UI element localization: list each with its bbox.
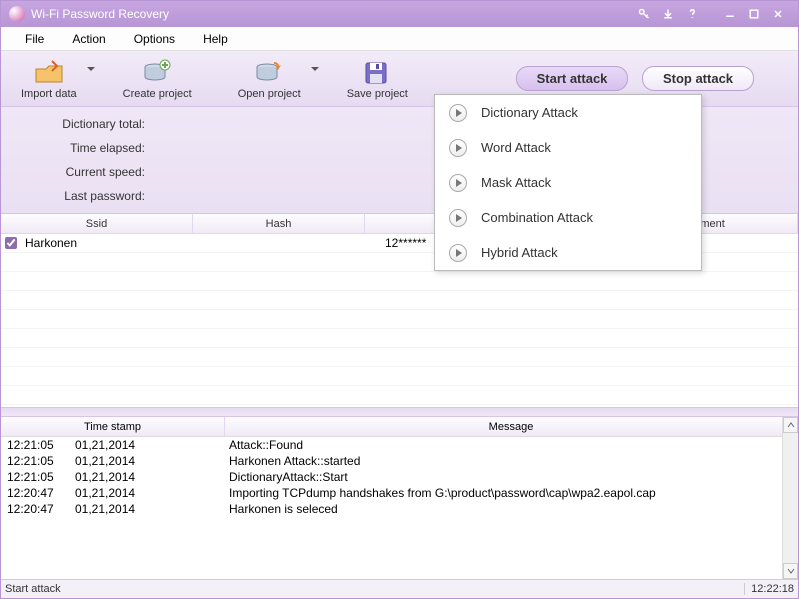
close-icon[interactable]: [768, 6, 788, 22]
table-row[interactable]: [1, 329, 798, 348]
attack-menu-label: Dictionary Attack: [481, 105, 578, 120]
cell-time: 12:21:05: [1, 470, 71, 484]
table-row[interactable]: [1, 386, 798, 405]
table-row[interactable]: [1, 310, 798, 329]
cell-date: 01,21,2014: [71, 486, 225, 500]
table-row[interactable]: [1, 348, 798, 367]
open-project-button[interactable]: Open project: [232, 55, 307, 102]
cell-date: 01,21,2014: [71, 470, 225, 484]
chevron-down-icon[interactable]: [311, 67, 319, 71]
titlebar: Wi-Fi Password Recovery: [1, 1, 798, 27]
log-scrollbar[interactable]: [782, 417, 798, 579]
download-icon[interactable]: [658, 6, 678, 22]
cell-date: 01,21,2014: [71, 438, 225, 452]
cell-message: Importing TCPdump handshakes from G:\pro…: [225, 486, 798, 500]
col-message[interactable]: Message: [225, 417, 798, 436]
menu-action[interactable]: Action: [58, 29, 119, 49]
stop-attack-button[interactable]: Stop attack: [642, 66, 754, 91]
cell-time: 12:21:05: [1, 438, 71, 452]
menu-options[interactable]: Options: [120, 29, 189, 49]
log-row[interactable]: 12:20:4701,21,2014Harkonen is seleced: [1, 501, 798, 517]
attack-menu-label: Mask Attack: [481, 175, 551, 190]
save-project-button[interactable]: Save project: [341, 55, 414, 102]
play-icon: [449, 174, 467, 192]
floppy-save-icon: [362, 57, 392, 87]
table-row[interactable]: [1, 291, 798, 310]
attack-type-menu: Dictionary Attack Word Attack Mask Attack C…: [434, 94, 702, 271]
scroll-up-icon[interactable]: [783, 417, 798, 433]
play-icon: [449, 244, 467, 262]
cell-date: 01,21,2014: [71, 454, 225, 468]
attack-menu-item[interactable]: Dictionary Attack: [435, 95, 701, 130]
help-icon[interactable]: [682, 6, 702, 22]
import-data-button[interactable]: Import data: [15, 55, 83, 102]
dictionary-total-label: Dictionary total:: [29, 117, 149, 131]
minimize-icon[interactable]: [720, 6, 740, 22]
cell-ssid: Harkonen: [21, 236, 193, 250]
cell-time: 12:20:47: [1, 486, 71, 500]
cell-time: 12:20:47: [1, 502, 71, 516]
attack-menu-label: Word Attack: [481, 140, 551, 155]
log-row[interactable]: 12:21:0501,21,2014DictionaryAttack::Star…: [1, 469, 798, 485]
scroll-down-icon[interactable]: [783, 563, 798, 579]
maximize-icon[interactable]: [744, 6, 764, 22]
cell-date: 01,21,2014: [71, 502, 225, 516]
play-icon: [449, 104, 467, 122]
log-table-header: Time stamp Message: [1, 417, 798, 437]
folder-import-icon: [34, 57, 64, 87]
cell-message: Attack::Found: [225, 438, 798, 452]
disk-new-icon: [142, 57, 172, 87]
disk-open-icon: [254, 57, 284, 87]
save-project-label: Save project: [347, 88, 408, 100]
play-icon: [449, 209, 467, 227]
attack-menu-label: Hybrid Attack: [481, 245, 558, 260]
row-checkbox[interactable]: [5, 237, 17, 249]
import-data-label: Import data: [21, 88, 77, 100]
create-project-label: Create project: [123, 88, 192, 100]
cell-message: DictionaryAttack::Start: [225, 470, 798, 484]
col-ssid[interactable]: Ssid: [1, 214, 193, 233]
window-title: Wi-Fi Password Recovery: [31, 7, 632, 21]
cell-time: 12:21:05: [1, 454, 71, 468]
key-icon[interactable]: [634, 6, 654, 22]
menu-file[interactable]: File: [11, 29, 58, 49]
attack-menu-item[interactable]: Combination Attack: [435, 200, 701, 235]
log-table: Time stamp Message 12:21:0501,21,2014Att…: [1, 417, 798, 579]
cell-message: Harkonen Attack::started: [225, 454, 798, 468]
statusbar: Start attack 12:22:18: [1, 579, 798, 598]
attack-menu-item[interactable]: Word Attack: [435, 130, 701, 165]
attack-menu-item[interactable]: Mask Attack: [435, 165, 701, 200]
attack-menu-item[interactable]: Hybrid Attack: [435, 235, 701, 270]
chevron-down-icon[interactable]: [87, 67, 95, 71]
cell-message: Harkonen is seleced: [225, 502, 798, 516]
open-project-label: Open project: [238, 88, 301, 100]
create-project-button[interactable]: Create project: [117, 55, 198, 102]
time-elapsed-label: Time elapsed:: [29, 141, 149, 155]
log-row[interactable]: 12:21:0501,21,2014Harkonen Attack::start…: [1, 453, 798, 469]
menubar: File Action Options Help: [1, 27, 798, 51]
col-timestamp[interactable]: Time stamp: [1, 417, 225, 436]
menu-help[interactable]: Help: [189, 29, 242, 49]
table-row[interactable]: [1, 367, 798, 386]
attack-menu-label: Combination Attack: [481, 210, 593, 225]
col-hash[interactable]: Hash: [193, 214, 365, 233]
splitter[interactable]: [1, 407, 798, 417]
log-row[interactable]: 12:20:4701,21,2014Importing TCPdump hand…: [1, 485, 798, 501]
status-text: Start attack: [5, 583, 744, 595]
app-icon: [9, 6, 25, 22]
current-speed-label: Current speed:: [29, 165, 149, 179]
start-attack-button[interactable]: Start attack: [516, 66, 628, 91]
log-row[interactable]: 12:21:0501,21,2014Attack::Found: [1, 437, 798, 453]
last-password-label: Last password:: [29, 189, 149, 203]
table-row[interactable]: [1, 272, 798, 291]
play-icon: [449, 139, 467, 157]
status-clock: 12:22:18: [744, 583, 794, 595]
